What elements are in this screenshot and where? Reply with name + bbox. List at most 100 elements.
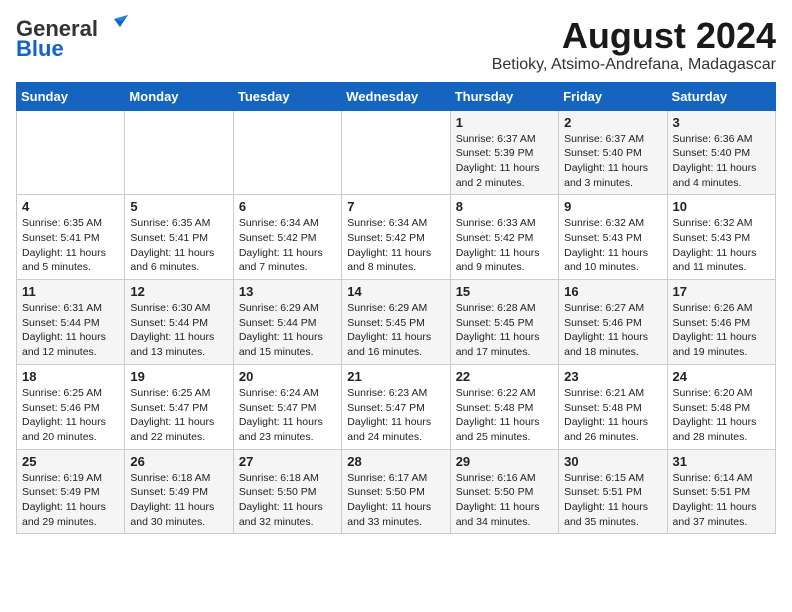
page-header: General Blue August 2024 Betioky, Atsimo… xyxy=(16,16,776,74)
weekday-header: Wednesday xyxy=(342,82,450,110)
calendar-cell: 14 Sunrise: 6:29 AMSunset: 5:45 PMDayligh… xyxy=(342,280,450,365)
cell-day-number: 19 xyxy=(130,369,227,384)
weekday-header: Thursday xyxy=(450,82,558,110)
calendar-cell: 23 Sunrise: 6:21 AMSunset: 5:48 PMDayligh… xyxy=(559,364,667,449)
calendar-cell: 21 Sunrise: 6:23 AMSunset: 5:47 PMDayligh… xyxy=(342,364,450,449)
cell-day-number: 10 xyxy=(673,199,770,214)
cell-info: Sunrise: 6:23 AMSunset: 5:47 PMDaylight:… xyxy=(347,386,444,445)
calendar-cell: 13Sunrise: 6:29 AMSunset: 5:44 PMDayligh… xyxy=(233,280,341,365)
cell-info: Sunrise: 6:32 AMSunset: 5:43 PMDaylight:… xyxy=(673,216,770,275)
cell-day-number: 3 xyxy=(673,115,770,130)
cell-info: Sunrise: 6:18 AMSunset: 5:49 PMDaylight:… xyxy=(130,471,227,530)
logo-bird-icon xyxy=(100,15,128,39)
weekday-header: Monday xyxy=(125,82,233,110)
cell-info: Sunrise: 6:37 AMSunset: 5:39 PMDaylight:… xyxy=(456,132,553,191)
calendar-cell: 4 Sunrise: 6:35 AMSunset: 5:41 PMDaylight… xyxy=(17,195,125,280)
calendar-cell: 2Sunrise: 6:37 AMSunset: 5:40 PMDaylight… xyxy=(559,110,667,195)
cell-info: Sunrise: 6:22 AMSunset: 5:48 PMDaylight:… xyxy=(456,386,553,445)
page-title: August 2024 xyxy=(492,16,776,56)
cell-info: Sunrise: 6:20 AMSunset: 5:48 PMDaylight:… xyxy=(673,386,770,445)
cell-info: Sunrise: 6:16 AMSunset: 5:50 PMDaylight:… xyxy=(456,471,553,530)
cell-day-number: 11 xyxy=(22,284,119,299)
calendar-week-row: 4 Sunrise: 6:35 AMSunset: 5:41 PMDaylight… xyxy=(17,195,776,280)
calendar-cell xyxy=(17,110,125,195)
calendar-cell: 7Sunrise: 6:34 AMSunset: 5:42 PMDaylight… xyxy=(342,195,450,280)
calendar-cell: 9Sunrise: 6:32 AMSunset: 5:43 PMDaylight… xyxy=(559,195,667,280)
cell-day-number: 1 xyxy=(456,115,553,130)
cell-day-number: 29 xyxy=(456,454,553,469)
cell-day-number: 23 xyxy=(564,369,661,384)
calendar-week-row: 25Sunrise: 6:19 AMSunset: 5:49 PMDayligh… xyxy=(17,449,776,534)
cell-info: Sunrise: 6:36 AMSunset: 5:40 PMDaylight:… xyxy=(673,132,770,191)
cell-info: Sunrise: 6:27 AMSunset: 5:46 PMDaylight:… xyxy=(564,301,661,360)
calendar-cell: 12 Sunrise: 6:30 AMSunset: 5:44 PMDayligh… xyxy=(125,280,233,365)
cell-day-number: 24 xyxy=(673,369,770,384)
weekday-header: Saturday xyxy=(667,82,775,110)
calendar-cell: 17 Sunrise: 6:26 AMSunset: 5:46 PMDayligh… xyxy=(667,280,775,365)
calendar-cell: 18Sunrise: 6:25 AMSunset: 5:46 PMDayligh… xyxy=(17,364,125,449)
calendar-cell: 16 Sunrise: 6:27 AMSunset: 5:46 PMDayligh… xyxy=(559,280,667,365)
weekday-header: Friday xyxy=(559,82,667,110)
cell-info: Sunrise: 6:29 AMSunset: 5:45 PMDaylight:… xyxy=(347,301,444,360)
calendar-cell: 26 Sunrise: 6:18 AMSunset: 5:49 PMDayligh… xyxy=(125,449,233,534)
logo-blue-text: Blue xyxy=(16,36,64,62)
calendar-header-row: SundayMondayTuesdayWednesdayThursdayFrid… xyxy=(17,82,776,110)
cell-day-number: 9 xyxy=(564,199,661,214)
calendar-table: SundayMondayTuesdayWednesdayThursdayFrid… xyxy=(16,82,776,535)
cell-day-number: 12 xyxy=(130,284,227,299)
calendar-week-row: 1 Sunrise: 6:37 AMSunset: 5:39 PMDaylight… xyxy=(17,110,776,195)
calendar-cell: 5 Sunrise: 6:35 AMSunset: 5:41 PMDaylight… xyxy=(125,195,233,280)
cell-info: Sunrise: 6:30 AMSunset: 5:44 PMDaylight:… xyxy=(130,301,227,360)
cell-day-number: 15 xyxy=(456,284,553,299)
cell-day-number: 26 xyxy=(130,454,227,469)
calendar-cell: 3 Sunrise: 6:36 AMSunset: 5:40 PMDaylight… xyxy=(667,110,775,195)
calendar-week-row: 18Sunrise: 6:25 AMSunset: 5:46 PMDayligh… xyxy=(17,364,776,449)
cell-info: Sunrise: 6:37 AMSunset: 5:40 PMDaylight:… xyxy=(564,132,661,191)
cell-info: Sunrise: 6:28 AMSunset: 5:45 PMDaylight:… xyxy=(456,301,553,360)
cell-info: Sunrise: 6:21 AMSunset: 5:48 PMDaylight:… xyxy=(564,386,661,445)
cell-day-number: 7 xyxy=(347,199,444,214)
title-block: August 2024 Betioky, Atsimo-Andrefana, M… xyxy=(492,16,776,74)
weekday-header: Sunday xyxy=(17,82,125,110)
cell-info: Sunrise: 6:26 AMSunset: 5:46 PMDaylight:… xyxy=(673,301,770,360)
cell-day-number: 6 xyxy=(239,199,336,214)
cell-info: Sunrise: 6:14 AMSunset: 5:51 PMDaylight:… xyxy=(673,471,770,530)
calendar-cell: 27 Sunrise: 6:18 AMSunset: 5:50 PMDayligh… xyxy=(233,449,341,534)
cell-day-number: 28 xyxy=(347,454,444,469)
cell-info: Sunrise: 6:33 AMSunset: 5:42 PMDaylight:… xyxy=(456,216,553,275)
calendar-cell xyxy=(125,110,233,195)
calendar-cell: 19 Sunrise: 6:25 AMSunset: 5:47 PMDayligh… xyxy=(125,364,233,449)
cell-day-number: 21 xyxy=(347,369,444,384)
cell-day-number: 20 xyxy=(239,369,336,384)
calendar-cell: 29 Sunrise: 6:16 AMSunset: 5:50 PMDayligh… xyxy=(450,449,558,534)
calendar-cell xyxy=(233,110,341,195)
cell-day-number: 30 xyxy=(564,454,661,469)
cell-day-number: 5 xyxy=(130,199,227,214)
cell-info: Sunrise: 6:17 AMSunset: 5:50 PMDaylight:… xyxy=(347,471,444,530)
weekday-header: Tuesday xyxy=(233,82,341,110)
cell-day-number: 4 xyxy=(22,199,119,214)
cell-day-number: 14 xyxy=(347,284,444,299)
cell-day-number: 22 xyxy=(456,369,553,384)
cell-day-number: 16 xyxy=(564,284,661,299)
calendar-cell: 20Sunrise: 6:24 AMSunset: 5:47 PMDayligh… xyxy=(233,364,341,449)
calendar-cell: 22 Sunrise: 6:22 AMSunset: 5:48 PMDayligh… xyxy=(450,364,558,449)
calendar-cell: 1 Sunrise: 6:37 AMSunset: 5:39 PMDaylight… xyxy=(450,110,558,195)
cell-info: Sunrise: 6:29 AMSunset: 5:44 PMDaylight:… xyxy=(239,301,336,360)
cell-day-number: 25 xyxy=(22,454,119,469)
cell-day-number: 27 xyxy=(239,454,336,469)
cell-day-number: 17 xyxy=(673,284,770,299)
calendar-cell: 15 Sunrise: 6:28 AMSunset: 5:45 PMDayligh… xyxy=(450,280,558,365)
cell-info: Sunrise: 6:35 AMSunset: 5:41 PMDaylight:… xyxy=(22,216,119,275)
calendar-cell: 31Sunrise: 6:14 AMSunset: 5:51 PMDayligh… xyxy=(667,449,775,534)
cell-day-number: 18 xyxy=(22,369,119,384)
cell-day-number: 8 xyxy=(456,199,553,214)
calendar-cell: 25Sunrise: 6:19 AMSunset: 5:49 PMDayligh… xyxy=(17,449,125,534)
cell-info: Sunrise: 6:35 AMSunset: 5:41 PMDaylight:… xyxy=(130,216,227,275)
calendar-cell: 11Sunrise: 6:31 AMSunset: 5:44 PMDayligh… xyxy=(17,280,125,365)
cell-info: Sunrise: 6:15 AMSunset: 5:51 PMDaylight:… xyxy=(564,471,661,530)
cell-info: Sunrise: 6:25 AMSunset: 5:47 PMDaylight:… xyxy=(130,386,227,445)
cell-info: Sunrise: 6:18 AMSunset: 5:50 PMDaylight:… xyxy=(239,471,336,530)
calendar-cell xyxy=(342,110,450,195)
calendar-cell: 8 Sunrise: 6:33 AMSunset: 5:42 PMDaylight… xyxy=(450,195,558,280)
